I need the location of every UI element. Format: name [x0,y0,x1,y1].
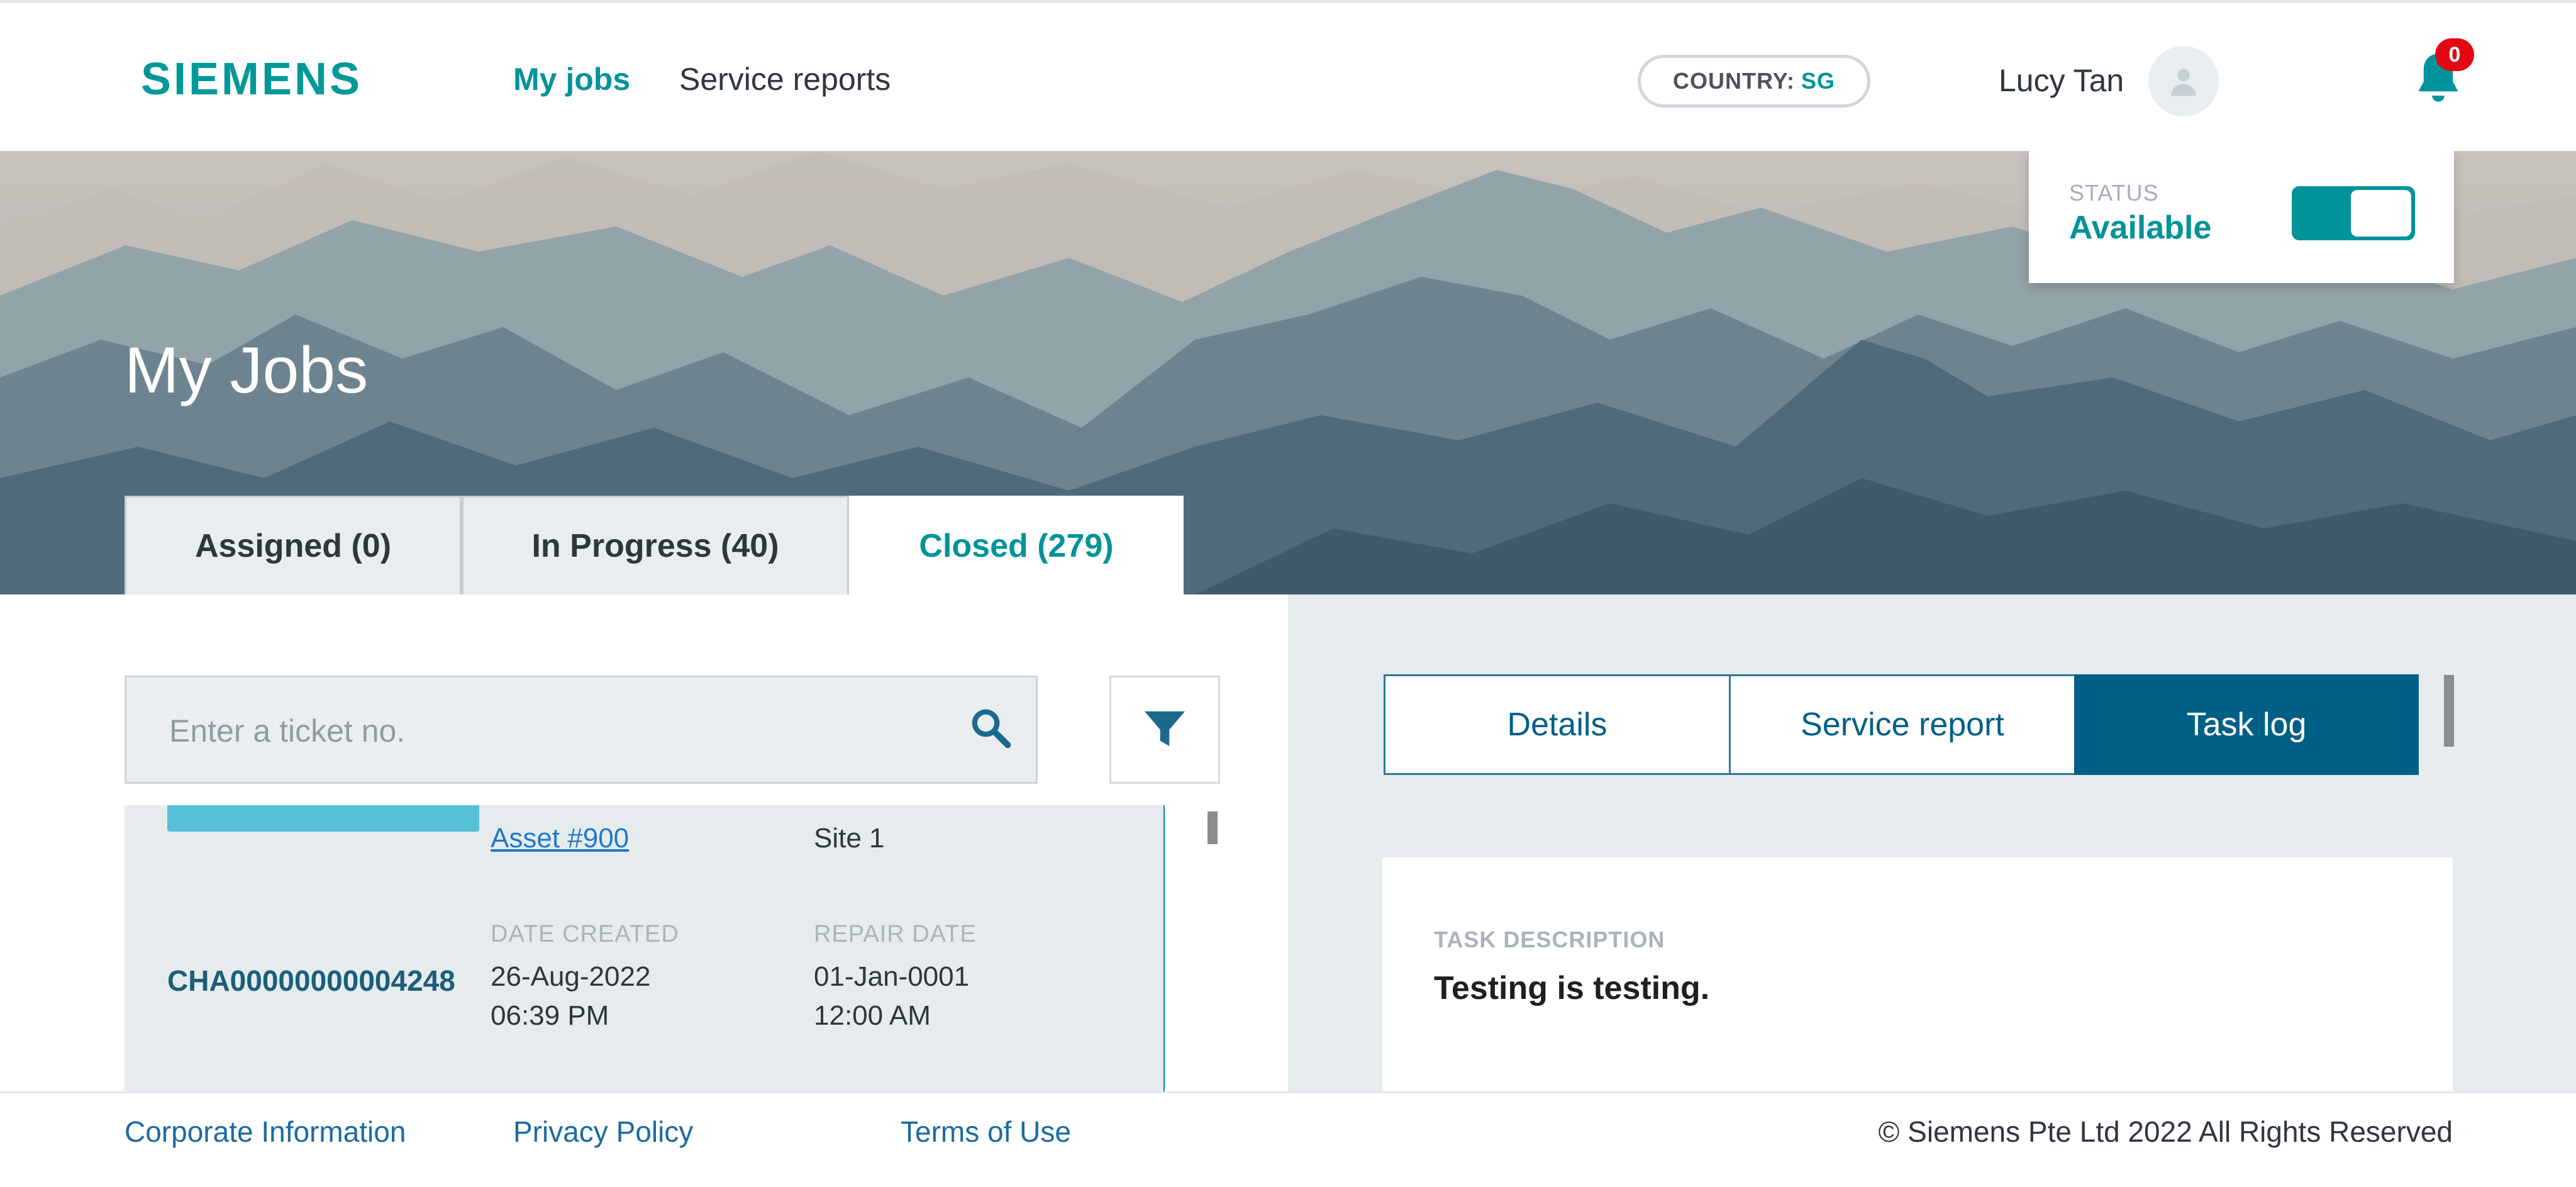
avatar-icon [2171,69,2196,96]
copyright-text: © Siemens Pte Ltd 2022 All Rights Reserv… [1878,1115,2453,1148]
hero-banner: My Jobs STATUS Available Assigned (0) In… [0,151,2576,594]
tab-details[interactable]: Details [1384,674,1731,775]
footer-terms-of-use[interactable]: Terms of Use [901,1115,1071,1149]
tab-service-report[interactable]: Service report [1729,674,2076,775]
repair-date-label: REPAIR DATE [814,921,977,947]
ticket-search [125,676,1038,784]
job-detail-panel: Details Service report Task log TASK DES… [1288,594,2576,1091]
availability-toggle[interactable] [2292,186,2415,240]
user-name[interactable]: Lucy Tan [1999,62,2124,99]
nav-my-jobs[interactable]: My jobs [513,61,630,98]
tab-task-log[interactable]: Task log [2074,674,2419,775]
country-label: COUNTRY: [1673,68,1795,94]
search-icon[interactable] [968,705,1016,753]
status-label: STATUS [2069,180,2159,206]
footer-corporate-information[interactable]: Corporate Information [125,1115,406,1149]
repair-date-time: 12:00 AM [814,1000,931,1031]
footer: Corporate Information Privacy Policy Ter… [0,1091,2576,1187]
country-selector[interactable]: COUNTRY: SG [1638,55,1870,108]
page-title: My Jobs [125,334,369,407]
date-created-date: 26-Aug-2022 [491,961,651,992]
search-input[interactable] [169,709,911,753]
repair-date-date: 01-Jan-0001 [814,961,970,992]
asset-link[interactable]: Asset #900 [491,823,629,854]
job-list-scrollbar[interactable] [1208,811,1218,844]
job-status-bar [167,805,479,832]
task-description-value: Testing is testing. [1434,970,1710,1006]
site-text: Site 1 [814,823,885,854]
selected-row-indicator [1163,805,1165,1091]
date-created-label: DATE CREATED [491,921,679,947]
job-list[interactable]: Asset #900 Site 1 CHA00000000004248 DATE… [125,805,1165,1091]
top-header: SIEMENS My jobs Service reports COUNTRY:… [0,0,2576,151]
tab-assigned[interactable]: Assigned (0) [125,496,462,594]
task-card: TASK DESCRIPTION Testing is testing. [1382,857,2453,1091]
notification-badge: 0 [2435,38,2474,71]
nav-service-reports[interactable]: Service reports [679,61,891,98]
detail-scrollbar[interactable] [2444,675,2454,747]
tab-closed[interactable]: Closed (279) [849,496,1184,594]
status-value: Available [2069,209,2212,246]
toggle-knob [2351,190,2411,237]
country-code: SG [1801,68,1835,94]
filter-icon [1145,711,1185,747]
ticket-number[interactable]: CHA00000000004248 [167,964,455,998]
task-description-label: TASK DESCRIPTION [1434,927,1665,952]
footer-privacy-policy[interactable]: Privacy Policy [513,1115,693,1149]
status-card: STATUS Available [2029,151,2454,283]
avatar[interactable] [2148,46,2219,116]
siemens-logo[interactable]: SIEMENS [141,53,362,105]
job-list-scroll-track [1179,805,1209,1091]
tab-in-progress[interactable]: In Progress (40) [462,496,849,594]
filter-button[interactable] [1109,676,1220,784]
date-created-time: 06:39 PM [491,1000,609,1031]
